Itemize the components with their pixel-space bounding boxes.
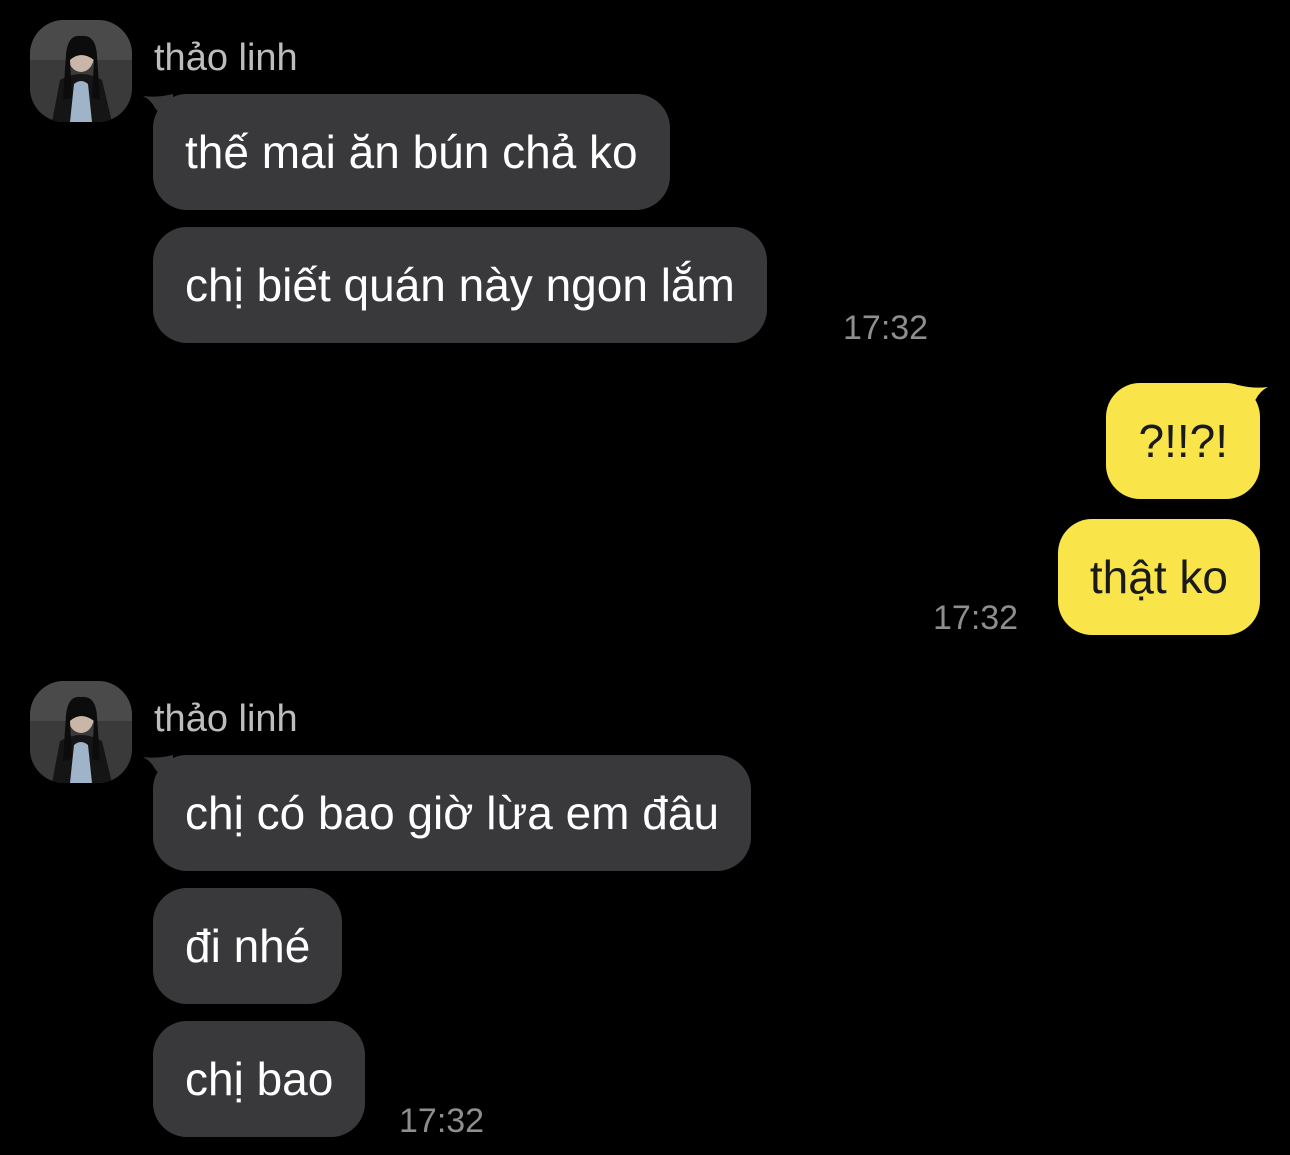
- incoming-message-bubble[interactable]: chị bao: [153, 1021, 366, 1137]
- message-timestamp: 17:32: [843, 309, 929, 347]
- sender-name: thảo linh: [154, 698, 298, 740]
- sender-name: thảo linh: [154, 37, 298, 79]
- incoming-message-bubble[interactable]: đi nhé: [153, 888, 343, 1004]
- outgoing-message-bubble[interactable]: ?!!?!: [1106, 383, 1260, 499]
- avatar-photo: [30, 681, 132, 783]
- avatar[interactable]: [30, 20, 132, 122]
- avatar[interactable]: [30, 681, 132, 783]
- message-timestamp: 17:32: [399, 1102, 485, 1140]
- incoming-message-bubble[interactable]: chị biết quán này ngon lắm: [153, 227, 767, 343]
- incoming-message-bubble[interactable]: thế mai ăn bún chả ko: [153, 94, 670, 210]
- outgoing-message-bubble[interactable]: thật ko: [1057, 519, 1260, 635]
- avatar-photo: [30, 20, 132, 122]
- incoming-message-bubble[interactable]: chị có bao giờ lừa em đâu: [153, 755, 752, 871]
- message-timestamp: 17:32: [933, 599, 1019, 637]
